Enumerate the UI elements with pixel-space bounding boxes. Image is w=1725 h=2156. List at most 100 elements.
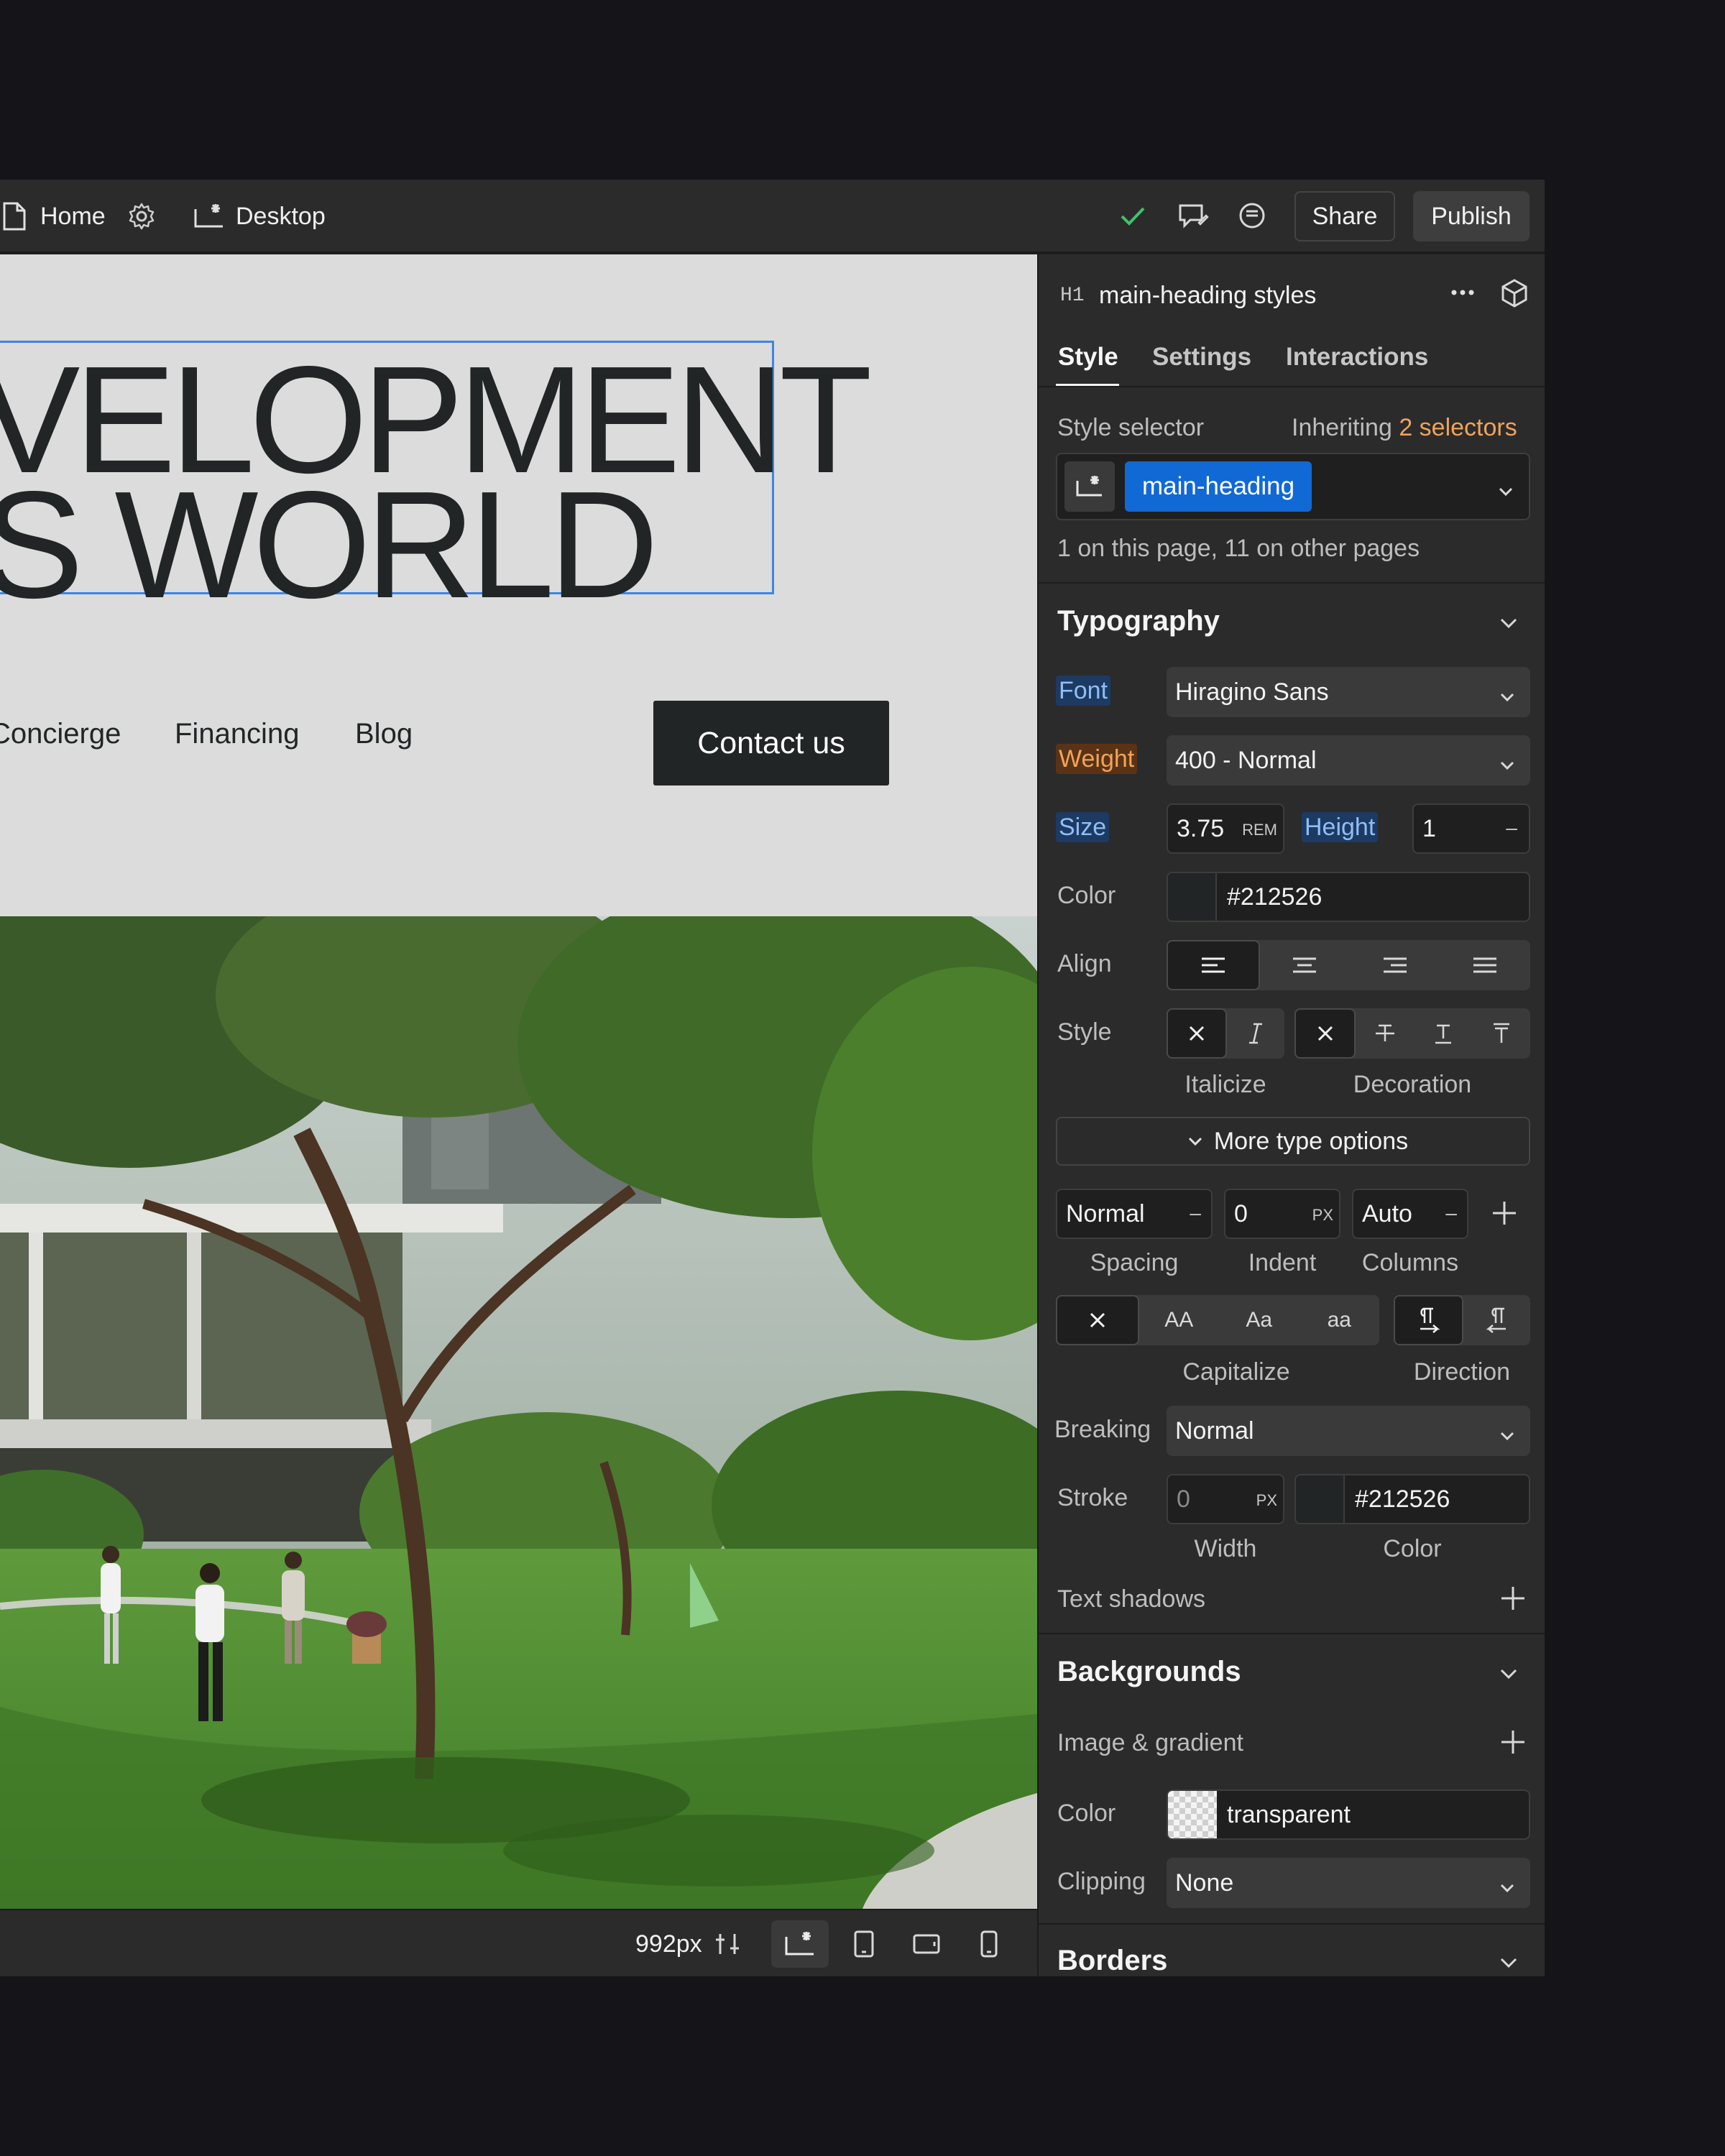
- italic-none-button[interactable]: [1167, 1008, 1227, 1059]
- style-panel: H1 main-heading styles Style Settings In…: [1037, 254, 1545, 1976]
- minus-icon[interactable]: –: [1506, 816, 1517, 839]
- nav-link-financing[interactable]: Financing: [175, 718, 299, 750]
- inheriting-selectors-link[interactable]: 2 selectors: [1399, 414, 1517, 441]
- design-canvas[interactable]: VELOPMENT ’S WORLD Concierge Financing B…: [0, 254, 1037, 1909]
- comments-list-icon[interactable]: [1177, 201, 1209, 235]
- chevron-down-icon[interactable]: [1499, 1955, 1519, 1974]
- inheriting-prefix: Inheriting: [1292, 414, 1392, 441]
- columns-input[interactable]: Auto –: [1352, 1189, 1468, 1239]
- gear-icon[interactable]: [127, 202, 156, 234]
- landscape-view-icon[interactable]: [910, 1927, 943, 1961]
- close-icon: [1317, 1026, 1333, 1041]
- minus-icon[interactable]: –: [1445, 1202, 1457, 1225]
- rtl-button[interactable]: [1463, 1295, 1530, 1345]
- tab-style[interactable]: Style: [1058, 343, 1118, 372]
- plus-icon[interactable]: [1499, 1728, 1527, 1760]
- breaking-value: Normal: [1175, 1416, 1254, 1445]
- chevron-down-icon: [1499, 683, 1516, 711]
- breaking-select[interactable]: Normal: [1167, 1406, 1530, 1456]
- size-input[interactable]: 3.75 REM: [1167, 803, 1284, 854]
- align-right-icon: [1383, 957, 1407, 973]
- size-value: 3.75: [1177, 814, 1225, 842]
- tab-interactions[interactable]: Interactions: [1286, 343, 1428, 372]
- line-height-input[interactable]: 1 –: [1412, 803, 1530, 854]
- stroke-color-swatch[interactable]: [1296, 1475, 1345, 1523]
- page-selector[interactable]: Home: [40, 180, 106, 253]
- capitalize-none-button[interactable]: [1056, 1295, 1139, 1345]
- font-select[interactable]: Hiragino Sans: [1167, 667, 1530, 717]
- element-title: main-heading styles: [1099, 282, 1317, 309]
- designer-app: Home Desktop Share Publish VELOPMENT ’S …: [0, 180, 1545, 1976]
- nav-link-concierge[interactable]: Concierge: [0, 718, 121, 750]
- lowercase-button[interactable]: aa: [1300, 1295, 1380, 1345]
- size-unit[interactable]: REM: [1242, 821, 1277, 839]
- breakpoint-label[interactable]: Desktop: [236, 180, 326, 253]
- height-label-text: Height: [1302, 812, 1379, 842]
- text-color-field[interactable]: #212526: [1167, 872, 1530, 922]
- ltr-button[interactable]: [1394, 1295, 1463, 1345]
- transparent-swatch[interactable]: [1168, 1791, 1217, 1838]
- strikethrough-button[interactable]: [1356, 1008, 1414, 1059]
- typography-section-title[interactable]: Typography: [1057, 605, 1220, 637]
- letter-spacing-input[interactable]: Normal –: [1056, 1189, 1213, 1239]
- close-icon: [1189, 1026, 1205, 1041]
- stroke-width-input[interactable]: 0 PX: [1167, 1474, 1284, 1524]
- stroke-width-label: Width: [1194, 1535, 1257, 1562]
- share-button[interactable]: Share: [1294, 191, 1395, 241]
- align-justify-button[interactable]: [1440, 940, 1531, 990]
- tab-settings[interactable]: Settings: [1152, 343, 1251, 372]
- chevron-down-icon[interactable]: [1499, 615, 1519, 635]
- text-color-value: #212526: [1227, 883, 1322, 911]
- strikethrough-icon: [1375, 1024, 1394, 1041]
- main-heading-line-2[interactable]: ’S WORLD: [0, 469, 659, 621]
- mobile-view-icon[interactable]: [972, 1927, 1006, 1961]
- indent-unit[interactable]: PX: [1312, 1206, 1333, 1225]
- contact-us-button[interactable]: Contact us: [653, 701, 889, 786]
- bg-color-field[interactable]: transparent: [1167, 1789, 1530, 1840]
- align-right-button[interactable]: [1350, 940, 1440, 990]
- chevron-down-icon[interactable]: [1497, 477, 1514, 505]
- comment-icon[interactable]: [1237, 201, 1267, 235]
- stroke-unit[interactable]: PX: [1256, 1491, 1277, 1510]
- size-label-text: Size: [1056, 812, 1110, 842]
- text-shadows-label: Text shadows: [1057, 1585, 1205, 1613]
- decoration-control: [1294, 1008, 1530, 1059]
- breaking-label: Breaking: [1054, 1416, 1151, 1443]
- component-icon[interactable]: [1499, 277, 1530, 313]
- backgrounds-section-title[interactable]: Backgrounds: [1057, 1656, 1241, 1688]
- line-height-value: 1: [1422, 814, 1436, 842]
- style-selector-field[interactable]: main-heading: [1056, 453, 1530, 520]
- titlecase-button[interactable]: Aa: [1219, 1295, 1300, 1345]
- width-adjust-icon[interactable]: [711, 1927, 744, 1961]
- bg-color-label: Color: [1057, 1800, 1116, 1827]
- nav-link-blog[interactable]: Blog: [355, 718, 413, 750]
- weight-select[interactable]: 400 - Normal: [1167, 735, 1530, 786]
- italic-button[interactable]: [1227, 1008, 1284, 1059]
- chevron-down-icon[interactable]: [1499, 1666, 1519, 1685]
- borders-section-title[interactable]: Borders: [1057, 1945, 1167, 1976]
- plus-icon[interactable]: [1490, 1199, 1519, 1231]
- plus-icon[interactable]: [1499, 1584, 1527, 1616]
- selector-chip[interactable]: main-heading: [1125, 461, 1312, 512]
- stroke-color-field[interactable]: #212526: [1294, 1474, 1530, 1524]
- desktop-view-icon[interactable]: [783, 1927, 816, 1961]
- decoration-none-button[interactable]: [1294, 1008, 1356, 1059]
- minus-icon[interactable]: –: [1190, 1202, 1201, 1225]
- clipping-select[interactable]: None: [1167, 1858, 1530, 1908]
- desktop-breakpoint-icon[interactable]: [193, 202, 226, 234]
- align-center-button[interactable]: [1260, 940, 1351, 990]
- more-type-options-button[interactable]: More type options: [1056, 1117, 1530, 1166]
- indent-label: Indent: [1248, 1249, 1317, 1276]
- overline-button[interactable]: [1472, 1008, 1530, 1059]
- more-options-icon[interactable]: [1448, 282, 1477, 307]
- hero-park-image: [0, 916, 1037, 1909]
- text-indent-input[interactable]: 0 PX: [1224, 1189, 1340, 1239]
- tablet-view-icon[interactable]: [847, 1927, 880, 1961]
- indent-value: 0: [1234, 1199, 1248, 1227]
- color-swatch[interactable]: [1168, 873, 1217, 921]
- uppercase-button[interactable]: AA: [1139, 1295, 1220, 1345]
- underline-button[interactable]: [1414, 1008, 1472, 1059]
- align-left-button[interactable]: [1167, 940, 1260, 990]
- chevron-down-icon: [1499, 1422, 1516, 1450]
- publish-button[interactable]: Publish: [1413, 191, 1530, 241]
